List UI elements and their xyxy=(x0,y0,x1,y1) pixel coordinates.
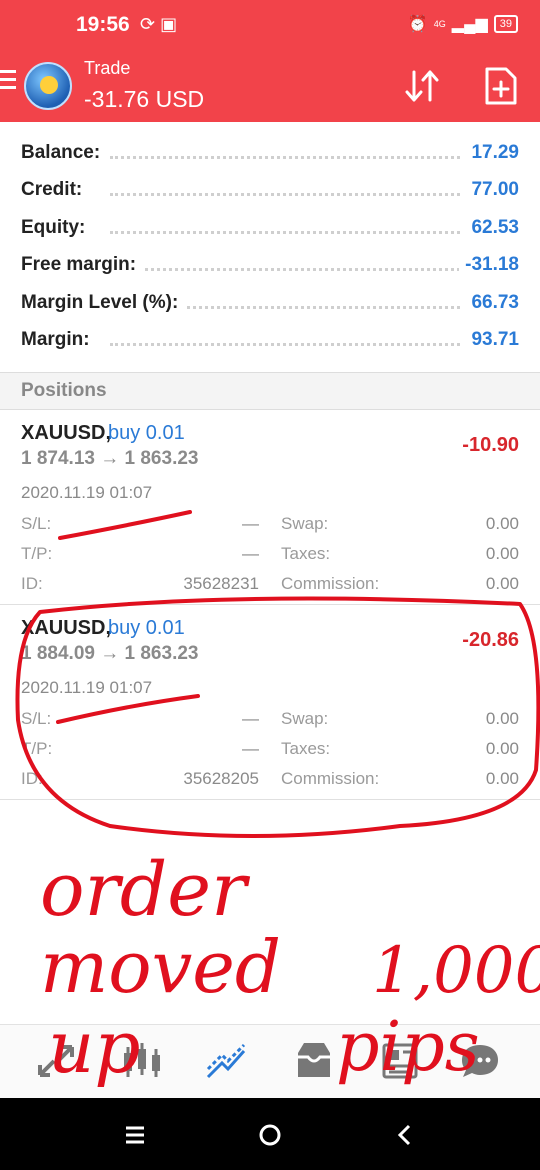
handwriting-line-1: order xyxy=(40,847,251,933)
margin-value: 93.71 xyxy=(465,329,519,351)
trade-icon[interactable] xyxy=(204,1039,248,1083)
swap-value: 0.00 xyxy=(485,709,519,728)
home-icon[interactable] xyxy=(255,1120,285,1150)
credit-value: 77.00 xyxy=(465,179,519,201)
dotted-leader xyxy=(110,193,460,196)
position-prices: 1 874.13 → 1 863.23 xyxy=(21,448,199,469)
swap-value: 0.00 xyxy=(485,514,519,533)
swap-label: Swap: xyxy=(281,709,329,728)
new-order-icon[interactable] xyxy=(484,66,518,106)
balance-label: Balance: xyxy=(21,142,107,164)
sl-label: S/L: xyxy=(21,514,52,533)
position-symbol: XAUUSD, xyxy=(21,422,112,444)
position-row[interactable]: XAUUSD, buy 0.01 -10.90 1 874.13 → 1 863… xyxy=(0,410,540,605)
handwriting-line-3: 1,000 xyxy=(372,934,540,1008)
account-summary: Balance: 17.29 Credit: 77.00 Equity: 62.… xyxy=(0,122,540,372)
dotted-leader xyxy=(110,231,460,234)
tp-label: T/P: xyxy=(21,544,53,563)
commission-value: 0.00 xyxy=(485,574,519,593)
sort-icon[interactable] xyxy=(402,66,442,106)
back-icon[interactable] xyxy=(390,1120,420,1150)
app-bar: Trade -31.76 USD xyxy=(0,50,540,122)
status-bar: 19:56 ⟳ ▣ ⏰ 4G ▂▄▆ 39 xyxy=(0,0,540,50)
free-margin-value: -31.18 xyxy=(459,254,519,276)
margin-level-label: Margin Level (%): xyxy=(21,292,185,314)
taxes-label: Taxes: xyxy=(281,544,331,563)
network-label: 4G xyxy=(433,19,446,29)
chart-icon[interactable] xyxy=(118,1039,162,1083)
status-icons: ⏰ 4G ▂▄▆ 39 xyxy=(408,14,518,34)
position-direction: buy 0.01 xyxy=(108,617,185,639)
positions-title: Positions xyxy=(21,380,107,401)
margin-row: Margin: 93.71 xyxy=(0,323,540,359)
margin-level-row: Margin Level (%): 66.73 xyxy=(0,286,540,322)
status-time: 19:56 xyxy=(76,13,130,36)
balance-value: 17.29 xyxy=(465,142,519,164)
position-date: 2020.11.19 01:07 xyxy=(21,678,153,697)
system-nav-bar xyxy=(0,1098,540,1170)
id-value: 35628205 xyxy=(183,769,259,788)
credit-row: Credit: 77.00 xyxy=(0,173,540,209)
chat-icon[interactable] xyxy=(458,1039,502,1083)
tp-value: — xyxy=(242,739,259,758)
commission-label: Commission: xyxy=(281,769,380,788)
app-title: Trade xyxy=(84,58,131,78)
equity-value: 62.53 xyxy=(465,217,519,239)
sl-value: — xyxy=(242,709,259,728)
sync-icon: ⟳ ▣ xyxy=(140,14,178,34)
dotted-leader xyxy=(110,268,460,271)
battery-icon: 39 xyxy=(493,15,518,33)
signal-icon: ▂▄▆ xyxy=(451,16,488,33)
tp-value: — xyxy=(242,544,259,563)
dotted-leader xyxy=(110,343,460,346)
free-margin-label: Free margin: xyxy=(21,254,143,276)
credit-label: Credit: xyxy=(21,179,89,201)
news-icon[interactable] xyxy=(378,1039,422,1083)
id-value: 35628231 xyxy=(183,574,259,593)
position-prices: 1 884.09 → 1 863.23 xyxy=(21,643,199,664)
sl-value: — xyxy=(242,514,259,533)
commission-label: Commission: xyxy=(281,574,380,593)
position-direction: buy 0.01 xyxy=(108,422,185,444)
free-margin-row: Free margin: -31.18 xyxy=(0,248,540,284)
dotted-leader xyxy=(110,156,460,159)
tp-label: T/P: xyxy=(21,739,53,758)
menu-icon[interactable] xyxy=(0,70,16,94)
position-profit: -10.90 xyxy=(462,434,519,456)
equity-label: Equity: xyxy=(21,217,92,239)
app-logo xyxy=(24,62,72,110)
position-date: 2020.11.19 01:07 xyxy=(21,483,153,502)
position-row[interactable]: XAUUSD, buy 0.01 -20.86 1 884.09 → 1 863… xyxy=(0,605,540,800)
positions-header: Positions xyxy=(0,372,540,410)
taxes-value: 0.00 xyxy=(485,544,519,563)
swap-label: Swap: xyxy=(281,514,329,533)
alarm-icon: ⏰ xyxy=(407,16,428,33)
history-icon[interactable] xyxy=(292,1039,336,1083)
taxes-value: 0.00 xyxy=(485,739,519,758)
id-label: ID: xyxy=(21,769,43,788)
id-label: ID: xyxy=(21,574,43,593)
equity-row: Equity: 62.53 xyxy=(0,211,540,247)
commission-value: 0.00 xyxy=(485,769,519,788)
balance-row: Balance: 17.29 xyxy=(0,136,540,172)
sl-label: S/L: xyxy=(21,709,52,728)
handwriting-line-2: moved xyxy=(40,925,281,1009)
quotes-icon[interactable] xyxy=(34,1039,78,1083)
bottom-nav xyxy=(0,1024,540,1098)
position-profit: -20.86 xyxy=(462,629,519,651)
position-symbol: XAUUSD, xyxy=(21,617,112,639)
recents-icon[interactable] xyxy=(120,1120,150,1150)
margin-level-value: 66.73 xyxy=(465,292,519,314)
margin-label: Margin: xyxy=(21,329,96,351)
floating-profit: -31.76 USD xyxy=(84,86,205,112)
taxes-label: Taxes: xyxy=(281,739,331,758)
